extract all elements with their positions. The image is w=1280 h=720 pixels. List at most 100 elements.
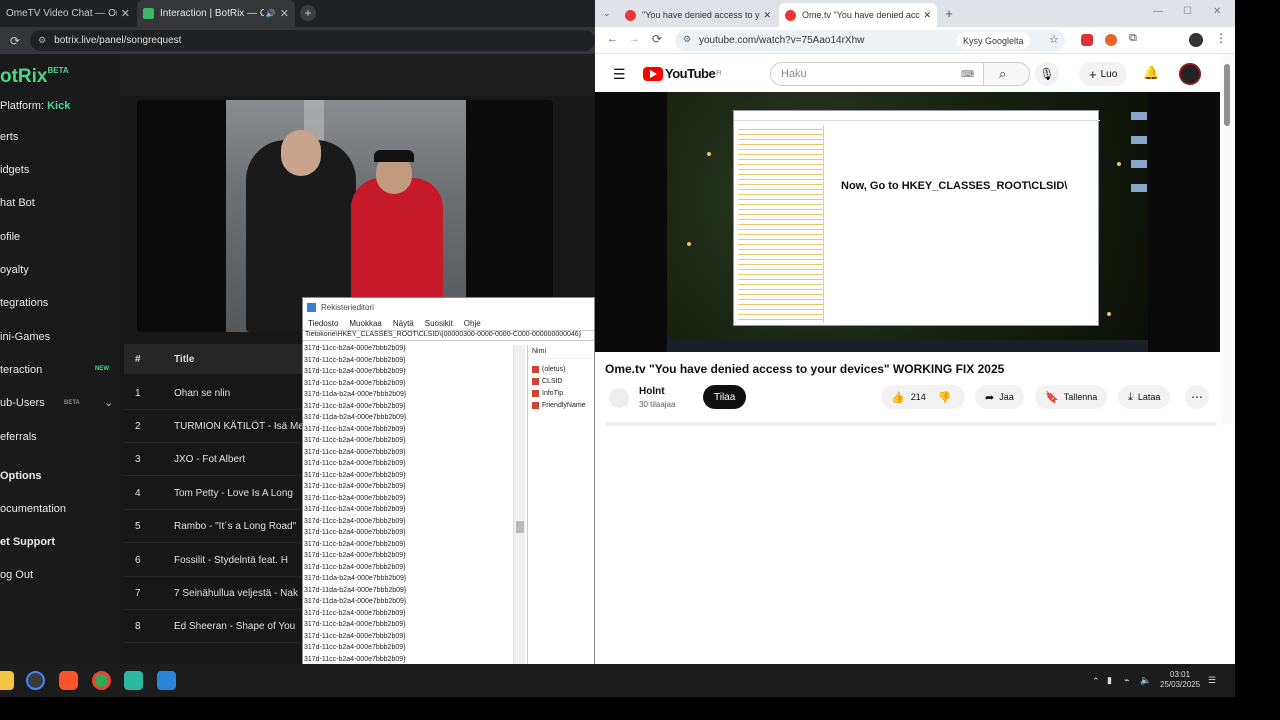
app-icon[interactable]: [124, 671, 143, 690]
notifications-bell-icon[interactable]: 🔔: [1143, 65, 1159, 81]
brave-icon[interactable]: [59, 671, 78, 690]
tray-chevron-icon[interactable]: ⌃: [1092, 676, 1100, 687]
tree-node[interactable]: 317d-11cc-b2a4-000e7bbb2b09}: [303, 460, 525, 472]
sidebar-item-mini-games[interactable]: ini-Games: [0, 331, 120, 347]
tree-node[interactable]: 317d-11da-b2a4-000e7bbb2b09}: [303, 587, 525, 599]
browser-menu-icon[interactable]: ⋮: [1215, 31, 1227, 45]
value-row[interactable]: (oletus): [532, 363, 594, 375]
value-row[interactable]: FriendlyName: [532, 399, 594, 411]
hamburger-menu-icon[interactable]: ☰: [613, 66, 626, 83]
tree-node[interactable]: 317d-11cc-b2a4-000e7bbb2b09}: [303, 368, 525, 380]
tree-node[interactable]: 317d-11cc-b2a4-000e7bbb2b09}: [303, 483, 525, 495]
tree-node[interactable]: 317d-11cc-b2a4-000e7bbb2b09}: [303, 541, 525, 553]
sidebar-item-alerts[interactable]: erts: [0, 131, 120, 147]
like-icon[interactable]: 👍: [891, 391, 905, 404]
tree-node[interactable]: 317d-11cc-b2a4-000e7bbb2b09}: [303, 357, 525, 369]
tree-node[interactable]: 317d-11da-b2a4-000e7bbb2b09}: [303, 575, 525, 587]
bookmark-star-icon[interactable]: ☆: [1049, 33, 1059, 46]
tab-youtube-2[interactable]: Ome.tv "You have denied acc ✕: [779, 3, 937, 27]
google-lens-button[interactable]: Kysy Googlelta: [957, 32, 1030, 49]
keyboard-icon[interactable]: ⌨: [961, 69, 974, 80]
maximize-icon[interactable]: ☐: [1183, 6, 1192, 17]
tree-node[interactable]: 317d-11cc-b2a4-000e7bbb2b09}: [303, 426, 525, 438]
tree-scrollbar[interactable]: [513, 345, 525, 666]
close-tab-icon[interactable]: ✕: [923, 10, 931, 21]
share-button[interactable]: ➦ Jaa: [975, 385, 1024, 409]
dislike-icon[interactable]: 👎: [938, 391, 952, 404]
new-tab-button[interactable]: +: [300, 5, 316, 21]
tab-botrix[interactable]: Interaction | BotRix — Clou 🔊 ✕: [137, 0, 295, 27]
channel-avatar[interactable]: [1179, 63, 1201, 85]
subscribe-button[interactable]: Tilaa: [703, 385, 747, 409]
close-tab-icon[interactable]: ✕: [763, 10, 771, 21]
tree-node[interactable]: 317d-11cc-b2a4-000e7bbb2b09}: [303, 506, 525, 518]
tree-node[interactable]: 317d-11cc-b2a4-000e7bbb2b09}: [303, 495, 525, 507]
values-column-header[interactable]: Nimi: [528, 345, 594, 359]
back-icon[interactable]: ←: [607, 33, 618, 45]
tree-node[interactable]: 317d-11cc-b2a4-000e7bbb2b09}: [303, 644, 525, 656]
chrome-icon[interactable]: [92, 671, 111, 690]
close-tab-icon[interactable]: ✕: [280, 7, 289, 20]
tree-node[interactable]: 317d-11cc-b2a4-000e7bbb2b09}: [303, 437, 525, 449]
menu-view[interactable]: Näytä: [393, 319, 414, 328]
tree-node[interactable]: 317d-11cc-b2a4-000e7bbb2b09}: [303, 610, 525, 622]
tree-node[interactable]: 317d-11cc-b2a4-000e7bbb2b09}: [303, 449, 525, 461]
regedit-taskbar-icon[interactable]: [157, 671, 176, 690]
youtube-logo[interactable]: YouTube FI: [643, 66, 722, 81]
extensions-puzzle-icon[interactable]: ⧉: [1129, 32, 1137, 45]
notifications-icon[interactable]: ☰: [1208, 675, 1216, 686]
tree-node[interactable]: 317d-11da-b2a4-000e7bbb2b09}: [303, 391, 525, 403]
chevron-down-icon[interactable]: ⌄: [104, 396, 113, 409]
network-icon[interactable]: ⌁: [1124, 675, 1129, 686]
value-row[interactable]: InfoTip: [532, 387, 594, 399]
description-box[interactable]: [605, 422, 1217, 426]
profile-avatar[interactable]: [1189, 33, 1203, 47]
regedit-titlebar[interactable]: Rekisterieditori: [303, 298, 594, 316]
tree-node[interactable]: 317d-11cc-b2a4-000e7bbb2b09}: [303, 380, 525, 392]
tab-youtube-1[interactable]: "You have denied access to you ✕: [619, 3, 777, 27]
search-button[interactable]: ⌕: [984, 62, 1030, 86]
menu-edit[interactable]: Muokkaa: [349, 319, 381, 328]
site-info-icon[interactable]: ⚙: [38, 35, 46, 46]
tree-node[interactable]: 317d-11cc-b2a4-000e7bbb2b09}: [303, 621, 525, 633]
sidebar-item-integrations[interactable]: tegrations: [0, 297, 120, 313]
sidebar-item-referrals[interactable]: eferrals: [0, 431, 120, 447]
channel-avatar[interactable]: [609, 388, 629, 408]
tab-search-icon[interactable]: ⌄: [603, 8, 611, 19]
tree-node[interactable]: 317d-11cc-b2a4-000e7bbb2b09}: [303, 552, 525, 564]
scrollbar-thumb[interactable]: [1224, 64, 1230, 126]
extension-icon[interactable]: [1081, 34, 1093, 46]
extension-icon[interactable]: [1105, 34, 1117, 46]
save-button[interactable]: 🔖 Tallenna: [1035, 385, 1108, 409]
menu-file[interactable]: Tiedosto: [308, 319, 338, 328]
sidebar-item-profile[interactable]: ofile: [0, 231, 120, 247]
channel-name[interactable]: Holnt: [639, 386, 665, 397]
forward-icon[interactable]: →: [629, 33, 640, 45]
minimize-icon[interactable]: —: [1153, 6, 1163, 17]
url-field[interactable]: ⚙ botrix.live/panel/songrequest: [30, 30, 595, 51]
close-tab-icon[interactable]: ✕: [121, 7, 130, 20]
sidebar-item-loyalty[interactable]: oyalty: [0, 264, 120, 280]
value-row[interactable]: CLSID: [532, 375, 594, 387]
page-scrollbar[interactable]: [1221, 54, 1235, 424]
regedit-address-bar[interactable]: Tietokone\HKEY_CLASSES_ROOT\CLSID\{00000…: [303, 330, 594, 341]
tab-ometv[interactable]: OmeTV Video Chat — Omegle ✕: [0, 0, 136, 27]
sidebar-item-chat-bot[interactable]: hat Bot: [0, 197, 120, 213]
tree-node[interactable]: 317d-11cc-b2a4-000e7bbb2b09}: [303, 403, 525, 415]
reload-icon[interactable]: ⟳: [10, 34, 20, 48]
menu-help[interactable]: Ohje: [464, 319, 481, 328]
tree-node[interactable]: 317d-11cc-b2a4-000e7bbb2b09}: [303, 472, 525, 484]
site-info-icon[interactable]: ⚙: [683, 34, 691, 45]
scrollbar-thumb[interactable]: [516, 521, 524, 533]
tree-node[interactable]: 317d-11da-b2a4-000e7bbb2b09}: [303, 598, 525, 610]
youtube-search-input[interactable]: Haku ⌨: [770, 62, 984, 86]
tree-node[interactable]: 317d-11cc-b2a4-000e7bbb2b09}: [303, 633, 525, 645]
more-actions-icon[interactable]: ⋯: [1185, 385, 1209, 409]
botrix-logo[interactable]: otRixBETA: [0, 66, 69, 88]
new-tab-button[interactable]: +: [941, 6, 957, 22]
battery-icon[interactable]: ▮: [1107, 675, 1112, 686]
download-button[interactable]: ⤓ Lataa: [1118, 385, 1171, 409]
create-button[interactable]: + Luo: [1079, 62, 1128, 86]
reload-icon[interactable]: ⟳: [652, 32, 662, 46]
tree-node[interactable]: 317d-11cc-b2a4-000e7bbb2b09}: [303, 529, 525, 541]
